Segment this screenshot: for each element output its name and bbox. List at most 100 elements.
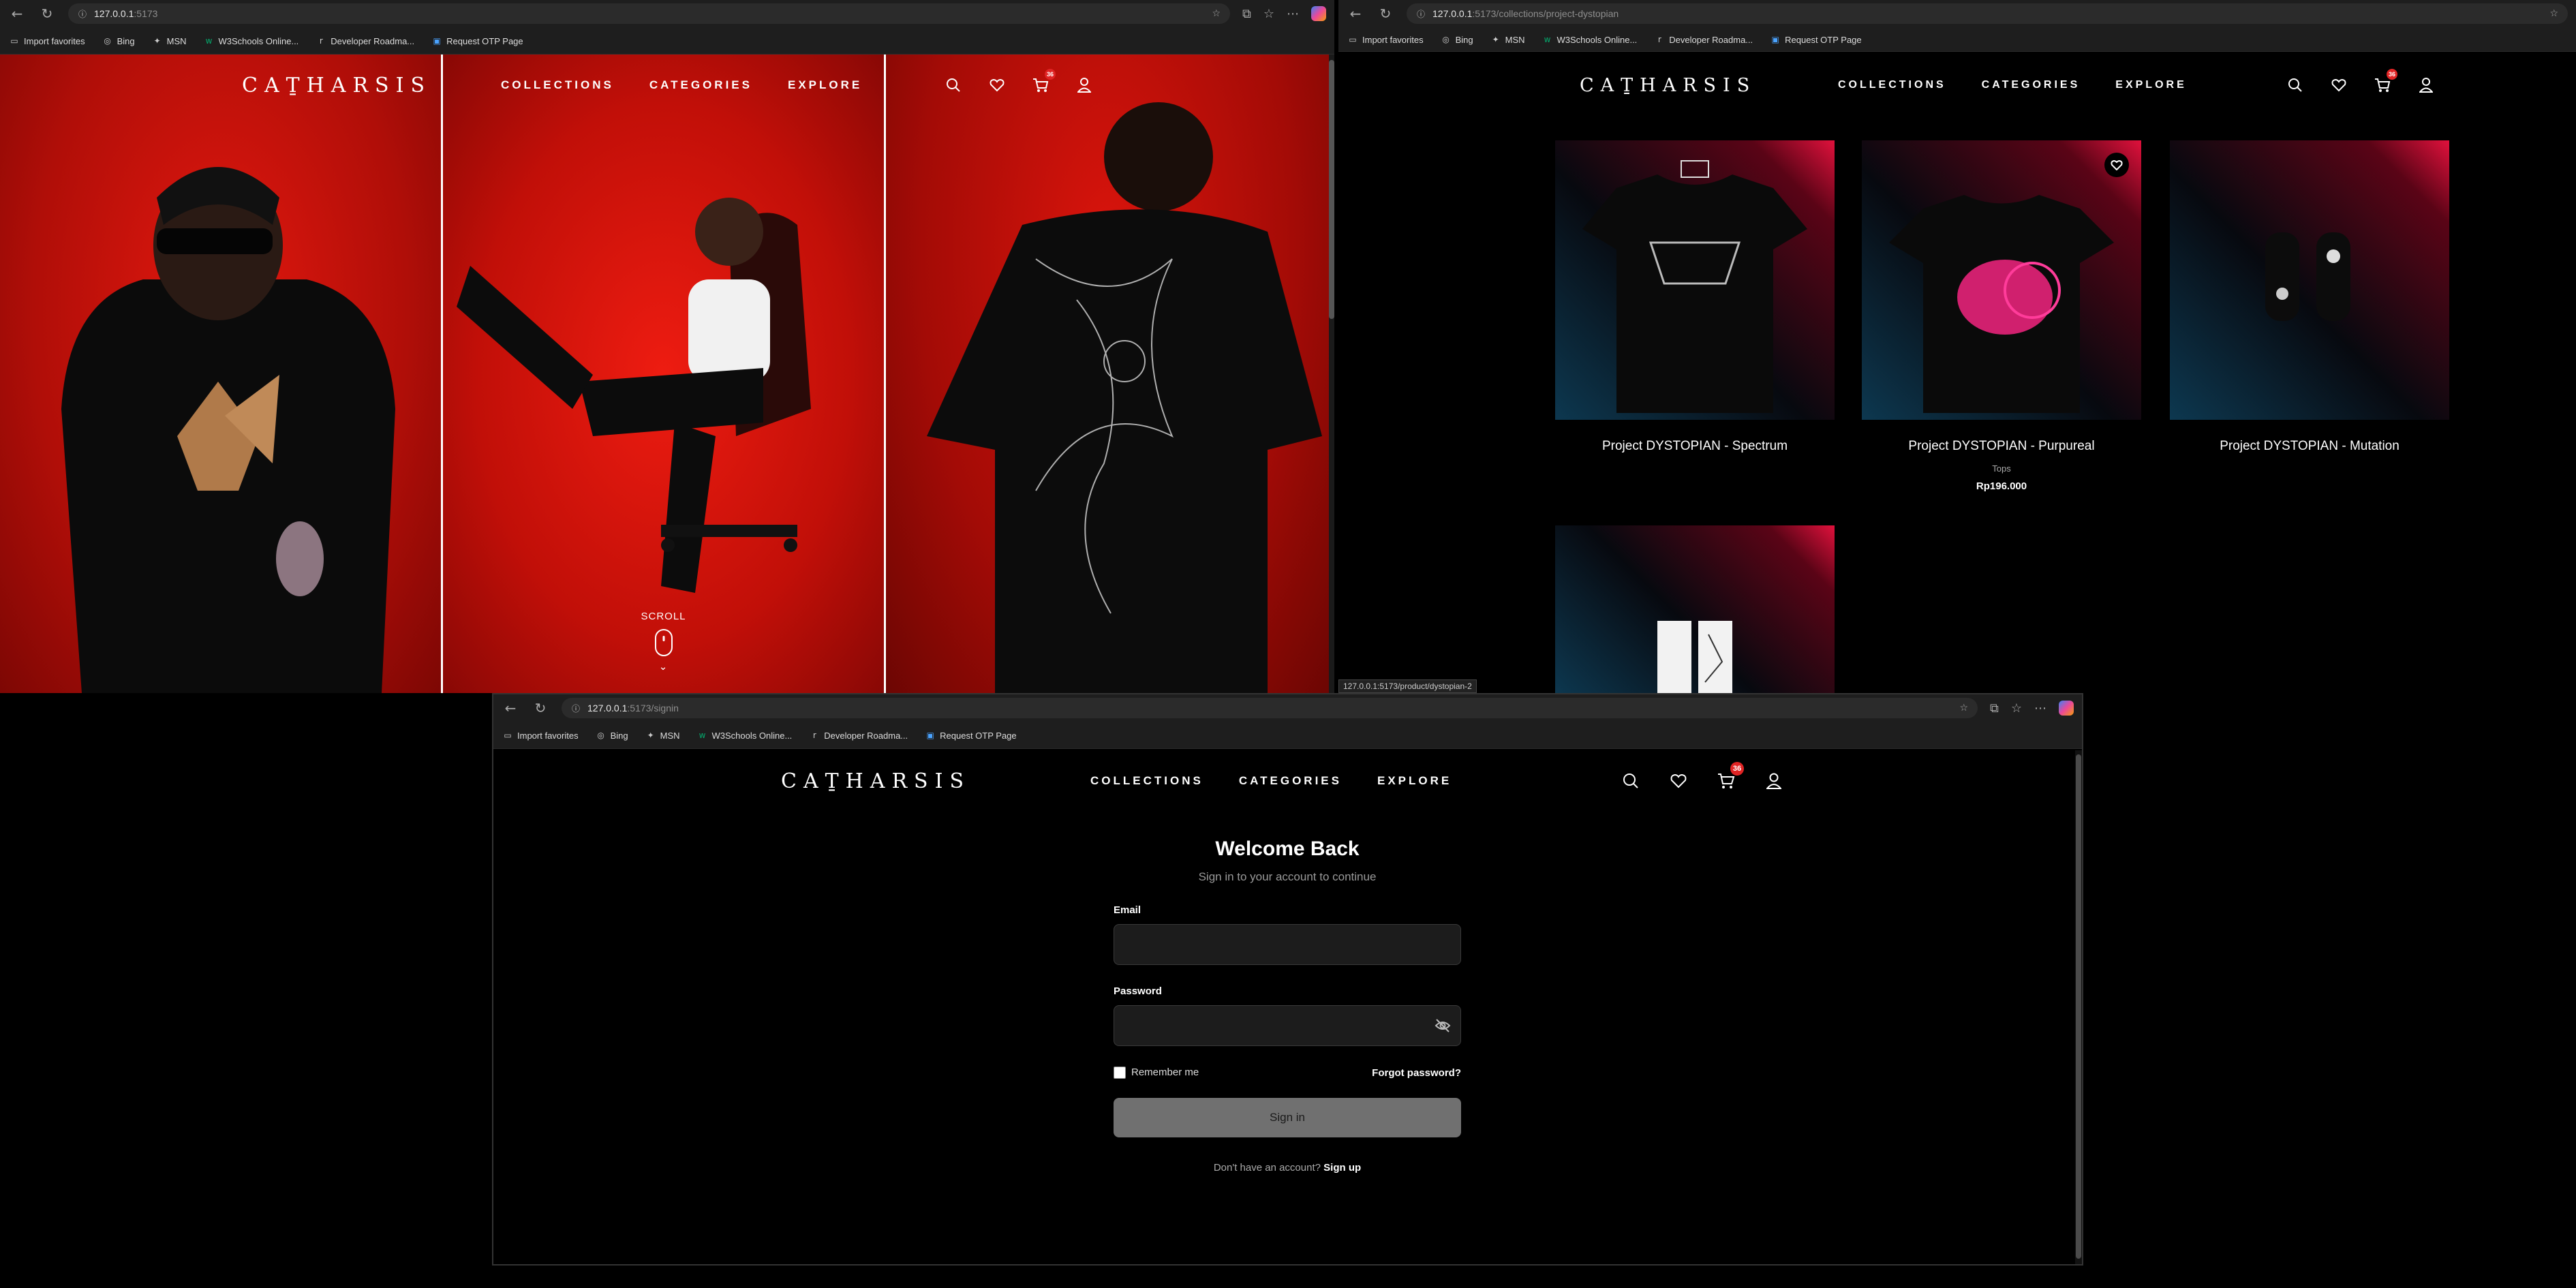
- model-tee-image: [927, 102, 1322, 693]
- copilot-icon[interactable]: [2059, 701, 2074, 716]
- remember-me[interactable]: Remember me: [1114, 1067, 1199, 1079]
- product-name[interactable]: Project DYSTOPIAN - Mutation: [2170, 439, 2449, 454]
- menu-collections[interactable]: COLLECTIONS: [1838, 79, 1946, 91]
- nav-icons: 36: [1621, 762, 1783, 791]
- product-name[interactable]: Project DYSTOPIAN - Purpureal: [1862, 439, 2141, 454]
- favorite-roadmap[interactable]: r Developer Roadma...: [1655, 35, 1753, 45]
- favorite-otp[interactable]: ▣ Request OTP Page: [1770, 35, 1861, 45]
- favorite-import[interactable]: ▭ Import favorites: [503, 731, 578, 741]
- favorites-icon[interactable]: ☆: [2011, 701, 2022, 716]
- site-logo[interactable]: CAṮHARSIS: [781, 769, 970, 793]
- user-icon[interactable]: [1764, 771, 1783, 791]
- heart-icon[interactable]: [987, 76, 1007, 95]
- wishlist-button[interactable]: [2104, 153, 2129, 177]
- favorite-roadmap[interactable]: r Developer Roadma...: [316, 36, 414, 46]
- favorite-star-icon[interactable]: ☆: [1212, 8, 1221, 19]
- favorite-bing[interactable]: ◎ Bing: [596, 731, 628, 741]
- product-card[interactable]: Project DYSTOPIAN - Mutation: [2170, 140, 2449, 454]
- product-name[interactable]: Project DYSTOPIAN - Spectrum: [1555, 439, 1835, 454]
- menu-categories[interactable]: CATEGORIES: [1239, 774, 1342, 788]
- address-bar[interactable]: ⓘ 127.0.0.1:5173/signin ☆: [562, 698, 1978, 718]
- favorites-icon[interactable]: ☆: [1263, 7, 1274, 21]
- menu-collections[interactable]: COLLECTIONS: [501, 78, 614, 92]
- back-icon[interactable]: ←: [1347, 5, 1364, 22]
- back-icon[interactable]: ←: [8, 5, 26, 22]
- email-field[interactable]: [1114, 924, 1461, 965]
- favorite-bing[interactable]: ◎ Bing: [1441, 35, 1473, 45]
- menu-categories[interactable]: CATEGORIES: [1982, 79, 2081, 91]
- heart-icon[interactable]: [2329, 76, 2348, 95]
- scrollbar-thumb[interactable]: [2076, 754, 2081, 1259]
- favorite-otp[interactable]: ▣ Request OTP Page: [925, 731, 1016, 741]
- favorite-msn[interactable]: ✦ MSN: [646, 731, 680, 741]
- page-scrollbar[interactable]: [2075, 750, 2082, 1264]
- favorite-msn[interactable]: ✦ MSN: [153, 36, 187, 46]
- refresh-icon[interactable]: ↻: [532, 699, 549, 717]
- more-icon[interactable]: ⋯: [2034, 701, 2046, 716]
- info-icon: ⓘ: [571, 703, 580, 714]
- favorite-star-icon[interactable]: ☆: [2549, 8, 2558, 19]
- product-image[interactable]: [1862, 140, 2141, 420]
- signup-link[interactable]: Sign up: [1323, 1162, 1361, 1174]
- url-path: :5173/signin: [627, 703, 679, 714]
- page-scrollbar[interactable]: [1329, 55, 1334, 693]
- eye-off-icon[interactable]: [1435, 1018, 1451, 1037]
- refresh-icon[interactable]: ↻: [1377, 5, 1394, 22]
- product-image[interactable]: [1555, 525, 1835, 693]
- product-card[interactable]: [1555, 525, 1835, 693]
- info-icon: ⓘ: [78, 9, 87, 19]
- forgot-password-link[interactable]: Forgot password?: [1372, 1067, 1461, 1079]
- favorite-import[interactable]: ▭ Import favorites: [10, 36, 85, 46]
- favorite-otp[interactable]: ▣ Request OTP Page: [432, 36, 523, 46]
- favorite-w3schools[interactable]: w W3Schools Online...: [204, 36, 299, 46]
- favorite-import[interactable]: ▭ Import favorites: [1348, 35, 1423, 45]
- extensions-icon[interactable]: ⧉: [1242, 7, 1251, 21]
- cart-badge: 36: [2387, 69, 2397, 80]
- favorite-msn[interactable]: ✦ MSN: [1491, 35, 1525, 45]
- cart-icon[interactable]: 36: [1717, 762, 1744, 791]
- product-image[interactable]: [2170, 140, 2449, 420]
- site-logo[interactable]: CAṮHARSIS: [242, 74, 431, 97]
- favorite-roadmap[interactable]: r Developer Roadma...: [810, 731, 908, 741]
- cart-icon[interactable]: 36: [1031, 69, 1056, 95]
- menu-explore[interactable]: EXPLORE: [1377, 774, 1452, 788]
- signin-button[interactable]: Sign in: [1114, 1098, 1461, 1138]
- favorite-bing[interactable]: ◎ Bing: [103, 36, 134, 46]
- product-card[interactable]: Project DYSTOPIAN - Spectrum: [1555, 140, 1835, 454]
- cart-icon[interactable]: 36: [2373, 69, 2397, 95]
- address-bar[interactable]: ⓘ 127.0.0.1:5173/collections/project-dys…: [1407, 3, 2568, 24]
- scroll-indicator[interactable]: SCROLL ⌄: [641, 611, 686, 673]
- password-field[interactable]: [1114, 1005, 1461, 1046]
- msn-icon: ✦: [153, 36, 161, 46]
- search-icon[interactable]: [2286, 76, 2305, 95]
- site-logo[interactable]: CAṮHARSIS: [1580, 75, 1756, 96]
- menu-collections[interactable]: COLLECTIONS: [1090, 774, 1203, 788]
- signin-form: Welcome Back Sign in to your account to …: [1114, 838, 1461, 1174]
- address-bar[interactable]: ⓘ 127.0.0.1:5173 ☆: [68, 3, 1230, 24]
- back-icon[interactable]: ←: [502, 699, 519, 717]
- user-icon[interactable]: [2417, 76, 2436, 95]
- msn-icon: ✦: [647, 731, 654, 740]
- page-icon: ▣: [926, 731, 934, 740]
- page-icon: ▣: [1771, 35, 1779, 44]
- refresh-icon[interactable]: ↻: [38, 5, 56, 22]
- search-icon[interactable]: [1621, 771, 1640, 791]
- heart-icon[interactable]: [1669, 771, 1688, 791]
- menu-categories[interactable]: CATEGORIES: [649, 78, 752, 92]
- menu-explore[interactable]: EXPLORE: [2115, 79, 2186, 91]
- menu-explore[interactable]: EXPLORE: [788, 78, 862, 92]
- site-navbar: CAṮHARSIS COLLECTIONS CATEGORIES EXPLORE…: [0, 55, 1334, 116]
- url-host: 127.0.0.1: [587, 703, 628, 714]
- search-icon[interactable]: [944, 76, 963, 95]
- favorite-star-icon[interactable]: ☆: [1959, 703, 1968, 714]
- product-card[interactable]: Project DYSTOPIAN - Purpureal Tops Rp196…: [1862, 140, 2141, 492]
- favorite-w3schools[interactable]: w W3Schools Online...: [698, 731, 793, 741]
- copilot-icon[interactable]: [1311, 6, 1326, 21]
- more-icon[interactable]: ⋯: [1287, 7, 1299, 21]
- product-image[interactable]: [1555, 140, 1835, 420]
- remember-checkbox[interactable]: [1114, 1067, 1126, 1079]
- nav-icons: 36: [2286, 69, 2436, 95]
- favorite-w3schools[interactable]: w W3Schools Online...: [1543, 35, 1638, 45]
- extensions-icon[interactable]: ⧉: [1990, 701, 1999, 716]
- user-icon[interactable]: [1075, 76, 1094, 95]
